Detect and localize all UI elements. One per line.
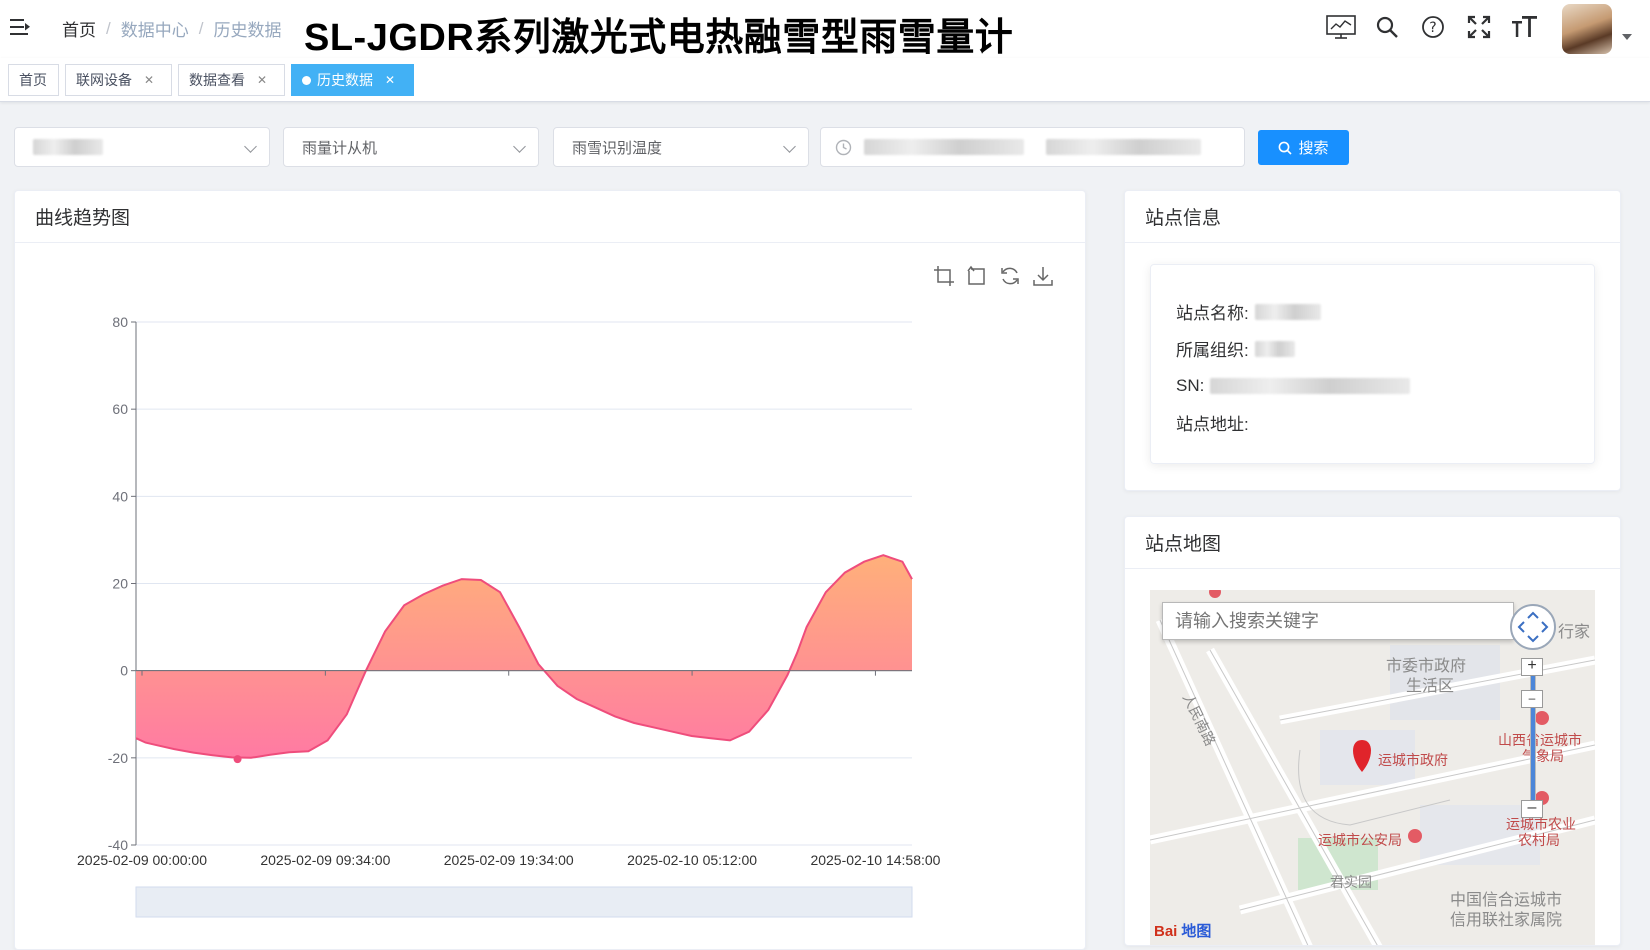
- site-map-card: 站点地图 市委市政府 生活区 人民南路 运城市政府 山西省运城市 气象局 运城市…: [1124, 516, 1621, 946]
- y-tick-label: 60: [112, 401, 128, 417]
- map-label: 信用联社家属院: [1450, 912, 1563, 929]
- y-tick-label: -20: [108, 750, 128, 766]
- chevron-down-icon: [513, 140, 526, 153]
- site-map-title: 站点地图: [1125, 517, 1620, 569]
- tag-label: 数据查看: [189, 72, 245, 88]
- metric-value: 雨雪识别温度: [572, 139, 663, 157]
- info-label: 站点名称:: [1176, 304, 1249, 323]
- hamburger-icon[interactable]: [10, 17, 32, 37]
- search-button[interactable]: 搜索: [1258, 130, 1349, 165]
- help-icon[interactable]: ?: [1418, 12, 1448, 42]
- info-label: 所属组织:: [1176, 341, 1249, 360]
- info-row-organization: 所属组织:: [1176, 330, 1569, 367]
- breadcrumb-data-center[interactable]: 数据中心: [121, 16, 189, 41]
- tag-data-view[interactable]: 数据查看 ✕: [178, 64, 285, 96]
- breadcrumb-history: 历史数据: [213, 21, 282, 40]
- avatar[interactable]: [1562, 4, 1612, 54]
- min-point-marker: [233, 755, 242, 764]
- clock-icon: [835, 139, 852, 155]
- search-button-label: 搜索: [1298, 140, 1329, 157]
- redacted-value: [1210, 377, 1411, 394]
- page-title: SL-JGDR系列激光式电热融雪型雨雪量计: [304, 17, 1014, 59]
- site-info-title: 站点信息: [1125, 191, 1620, 243]
- info-row-sn: SN:: [1176, 367, 1569, 404]
- x-tick-label: 2025-02-09 19:34:00: [444, 852, 574, 868]
- svg-text:?: ?: [1429, 20, 1436, 36]
- redacted-value: [1254, 303, 1321, 320]
- map-view[interactable]: 市委市政府 生活区 人民南路 运城市政府 山西省运城市 气象局 运城市农业 农村…: [1150, 590, 1595, 945]
- map-label: 生活区: [1406, 678, 1455, 695]
- chevron-down-icon: [783, 140, 796, 153]
- map-pan-control[interactable]: [1510, 604, 1556, 650]
- pan-arrows-icon: [1517, 611, 1549, 643]
- close-icon[interactable]: ✕: [257, 73, 267, 87]
- breadcrumb-home[interactable]: 首页: [62, 16, 96, 41]
- chart-card: 曲线趋势图 80 60 40 20 0 -20 -40 2025-02-09 00:00:00…: [14, 190, 1086, 950]
- navbar: 首页 / 数据中心 / 历史数据 SL-JGDR系列激光式电热融雪型雨雪量计 ?: [0, 0, 1650, 59]
- site-info-panel: 站点名称: 所属组织: SN: 站点地址:: [1150, 264, 1595, 464]
- font-size-icon[interactable]: [1510, 12, 1540, 42]
- search-icon[interactable]: [1372, 12, 1402, 42]
- device-type-value: 雨量计从机: [302, 139, 378, 157]
- metric-select[interactable]: 雨雪识别温度: [553, 127, 809, 167]
- nav-icons: ?: [1326, 12, 1540, 42]
- x-tick-label: 2025-02-10 05:12:00: [627, 852, 757, 868]
- zoom-out-button[interactable]: –: [1521, 800, 1543, 818]
- date-range-picker[interactable]: [820, 127, 1245, 167]
- x-tick-label: 2025-02-09 09:34:00: [260, 852, 390, 868]
- map-label: 君实园: [1330, 874, 1372, 890]
- map-label: 气象局: [1522, 748, 1564, 764]
- tag-network-devices[interactable]: 联网设备 ✕: [65, 64, 172, 96]
- info-row-site-name: 站点名称:: [1176, 293, 1569, 330]
- x-tick-label: 2025-02-10 14:58:00: [810, 852, 940, 868]
- device-type-select[interactable]: 雨量计从机: [283, 127, 539, 167]
- map-label: 农村局: [1518, 832, 1560, 848]
- y-tick-label: 0: [120, 663, 128, 679]
- fullscreen-icon[interactable]: [1464, 12, 1494, 42]
- tag-label: 联网设备: [76, 72, 132, 88]
- zoom-handle[interactable]: –: [1521, 690, 1543, 708]
- trend-chart[interactable]: 80 60 40 20 0 -20 -402025-02-09 00:00:00 2025-0…: [15, 191, 1086, 950]
- close-icon[interactable]: ✕: [144, 73, 154, 87]
- redacted-end-date: [1046, 139, 1201, 155]
- map-label: 运城市公安局: [1318, 832, 1402, 848]
- info-label: SN:: [1176, 375, 1205, 395]
- chevron-down-icon: [244, 140, 257, 153]
- x-tick-label: 2025-02-09 00:00:00: [77, 852, 207, 868]
- redacted-start-date: [864, 139, 1024, 155]
- tags-view: 首页 联网设备 ✕ 数据查看 ✕ 历史数据 ✕: [0, 58, 1650, 102]
- map-label: 行家: [1558, 624, 1591, 641]
- tag-label: 首页: [19, 72, 47, 88]
- chevron-down-icon[interactable]: [1622, 34, 1632, 40]
- close-icon[interactable]: ✕: [385, 73, 395, 87]
- y-tick-label: 40: [112, 488, 128, 504]
- search-icon: [1279, 141, 1293, 155]
- redacted-value: [33, 139, 103, 155]
- site-select[interactable]: [14, 127, 270, 167]
- map-search-input[interactable]: [1162, 602, 1514, 640]
- breadcrumb: 首页 / 数据中心 / 历史数据: [62, 16, 281, 41]
- active-dot-icon: [302, 75, 311, 85]
- redacted-value: [1254, 340, 1295, 357]
- info-row-address: 站点地址:: [1176, 404, 1569, 441]
- zoom-slider[interactable]: [1530, 660, 1536, 805]
- y-tick-label: 80: [112, 314, 128, 330]
- site-info-card: 站点信息 站点名称: 所属组织: SN: 站点地址:: [1124, 190, 1621, 491]
- y-tick-label: -40: [108, 837, 128, 853]
- dashboard-monitor-icon[interactable]: [1326, 12, 1356, 42]
- zoom-in-button[interactable]: +: [1521, 658, 1543, 676]
- tag-home[interactable]: 首页: [8, 64, 59, 96]
- datazoom-slider: [135, 886, 913, 918]
- tag-history-data[interactable]: 历史数据 ✕: [291, 64, 414, 96]
- tag-label: 历史数据: [317, 72, 373, 88]
- y-tick-label: 20: [112, 576, 128, 592]
- map-label: 运城市政府: [1378, 752, 1448, 768]
- info-label: 站点地址:: [1176, 415, 1249, 434]
